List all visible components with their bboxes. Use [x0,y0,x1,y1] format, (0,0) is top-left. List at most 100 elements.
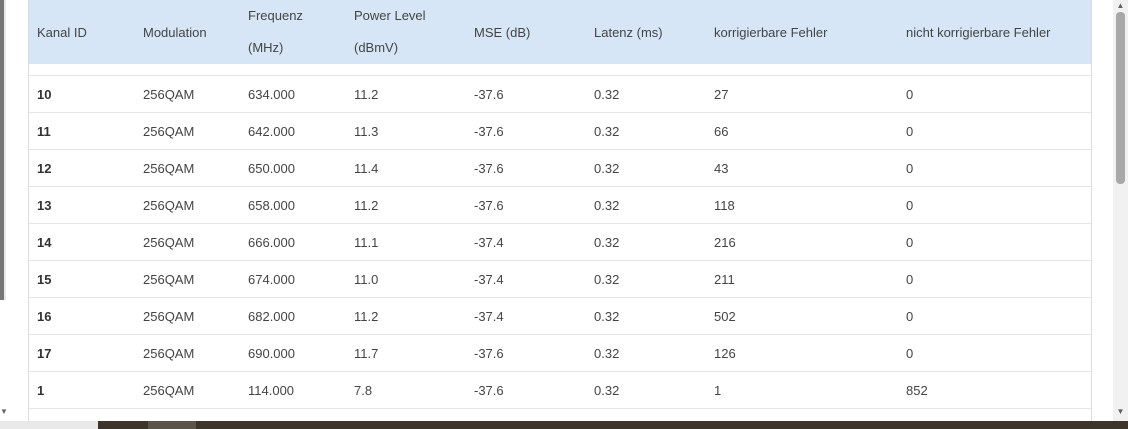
cell-korrigierbare-fehler: 502 [706,297,898,335]
table-header-row: Kanal ID Modulation Frequenz (MHz) Power… [29,0,1091,64]
cell-kanal-id: 15 [29,260,135,298]
table-row: 16 256QAM 682.000 11.2 -37.4 0.32 502 0 [29,297,1091,335]
cell-latenz: 0.32 [586,75,706,113]
cell-latenz: 0.32 [586,297,706,335]
cell-power-level: 11.7 [346,334,466,372]
taskbar-item[interactable] [148,421,196,429]
cell-kanal-id: 16 [29,297,135,335]
scroll-up-icon[interactable]: ▲ [1113,0,1128,12]
table-spacer-row [29,64,1091,76]
cell-kanal-id: 14 [29,223,135,261]
cell-power-level: 7.8 [346,371,466,409]
cell-korrigierbare-fehler: 43 [706,149,898,187]
downstream-channel-panel: Kanal ID Modulation Frequenz (MHz) Power… [28,0,1092,421]
cell-nicht-korrigierbare-fehler: 0 [898,112,1091,150]
cell-modulation: 256QAM [135,75,240,113]
cell-korrigierbare-fehler: 27 [706,75,898,113]
cell-nicht-korrigierbare-fehler: 0 [898,297,1091,335]
taskbar-start-area[interactable] [0,421,98,429]
cell-latenz: 0.32 [586,334,706,372]
cell-frequenz: 650.000 [240,149,346,187]
cell-korrigierbare-fehler: 126 [706,334,898,372]
scrollbar-thumb[interactable] [1116,12,1125,184]
cell-power-level: 11.2 [346,186,466,224]
column-header-latenz[interactable]: Latenz (ms) [586,0,706,64]
table-row: 14 256QAM 666.000 11.1 -37.4 0.32 216 0 [29,223,1091,261]
cell-frequenz: 674.000 [240,260,346,298]
cell-frequenz: 666.000 [240,223,346,261]
cell-kanal-id: 10 [29,75,135,113]
cell-korrigierbare-fehler: 211 [706,260,898,298]
cell-mse: -37.6 [466,334,586,372]
cell-frequenz: 634.000 [240,75,346,113]
channel-table: Kanal ID Modulation Frequenz (MHz) Power… [29,0,1091,409]
left-scrollbar-thumb[interactable] [0,0,4,300]
scroll-down-icon[interactable]: ▼ [1113,406,1128,418]
cell-nicht-korrigierbare-fehler: 0 [898,75,1091,113]
scroll-down-arrow-icon[interactable]: ▼ [0,407,8,416]
vertical-scrollbar[interactable]: ▲ ▼ [1113,0,1128,421]
cell-nicht-korrigierbare-fehler: 0 [898,186,1091,224]
cell-power-level: 11.2 [346,75,466,113]
cell-power-level: 11.0 [346,260,466,298]
column-header-mse[interactable]: MSE (dB) [466,0,586,64]
cell-mse: -37.6 [466,75,586,113]
column-header-modulation[interactable]: Modulation [135,0,240,64]
cell-modulation: 256QAM [135,371,240,409]
taskbar-strip [0,421,1128,429]
column-header-korrigierbare-fehler[interactable]: korrigierbare Fehler [706,0,898,64]
column-header-kanal-id[interactable]: Kanal ID [29,0,135,64]
cell-latenz: 0.32 [586,149,706,187]
power-unit: (dBmV) [354,40,399,55]
cell-nicht-korrigierbare-fehler: 0 [898,334,1091,372]
cell-power-level: 11.3 [346,112,466,150]
cell-frequenz: 658.000 [240,186,346,224]
cell-frequenz: 114.000 [240,371,346,409]
cell-latenz: 0.32 [586,223,706,261]
cell-kanal-id: 11 [29,112,135,150]
cell-nicht-korrigierbare-fehler: 0 [898,260,1091,298]
table-row: 17 256QAM 690.000 11.7 -37.6 0.32 126 0 [29,334,1091,372]
cell-power-level: 11.2 [346,297,466,335]
cell-latenz: 0.32 [586,371,706,409]
cell-nicht-korrigierbare-fehler: 0 [898,223,1091,261]
cell-modulation: 256QAM [135,297,240,335]
cell-mse: -37.4 [466,260,586,298]
table-row: 15 256QAM 674.000 11.0 -37.4 0.32 211 0 [29,260,1091,298]
column-header-frequenz[interactable]: Frequenz (MHz) [240,0,346,64]
table-row: 10 256QAM 634.000 11.2 -37.6 0.32 27 0 [29,75,1091,113]
cell-modulation: 256QAM [135,112,240,150]
cell-modulation: 256QAM [135,186,240,224]
cell-power-level: 11.1 [346,223,466,261]
cell-kanal-id: 13 [29,186,135,224]
power-label: Power Level [354,8,426,23]
cell-mse: -37.6 [466,112,586,150]
cell-modulation: 256QAM [135,260,240,298]
cell-power-level: 11.4 [346,149,466,187]
cell-frequenz: 682.000 [240,297,346,335]
cell-frequenz: 642.000 [240,112,346,150]
table-row: 1 256QAM 114.000 7.8 -37.6 0.32 1 852 [29,371,1091,409]
cell-mse: -37.6 [466,149,586,187]
frequenz-label: Frequenz [248,8,303,23]
cell-kanal-id: 12 [29,149,135,187]
cell-mse: -37.4 [466,297,586,335]
cell-mse: -37.6 [466,371,586,409]
cell-nicht-korrigierbare-fehler: 852 [898,371,1091,409]
cell-latenz: 0.32 [586,186,706,224]
cell-latenz: 0.32 [586,112,706,150]
cell-korrigierbare-fehler: 118 [706,186,898,224]
cell-korrigierbare-fehler: 216 [706,223,898,261]
cell-kanal-id: 17 [29,334,135,372]
left-window-edge [0,0,6,300]
cell-kanal-id: 1 [29,371,135,409]
frequenz-unit: (MHz) [248,40,284,55]
column-header-power-level[interactable]: Power Level (dBmV) [346,0,466,64]
cell-mse: -37.6 [466,186,586,224]
column-header-nicht-korrigierbare-fehler[interactable]: nicht korrigierbare Fehler [898,0,1091,64]
cell-modulation: 256QAM [135,149,240,187]
cell-latenz: 0.32 [586,260,706,298]
table-row: 12 256QAM 650.000 11.4 -37.6 0.32 43 0 [29,149,1091,187]
table-row: 11 256QAM 642.000 11.3 -37.6 0.32 66 0 [29,112,1091,150]
cell-mse: -37.4 [466,223,586,261]
